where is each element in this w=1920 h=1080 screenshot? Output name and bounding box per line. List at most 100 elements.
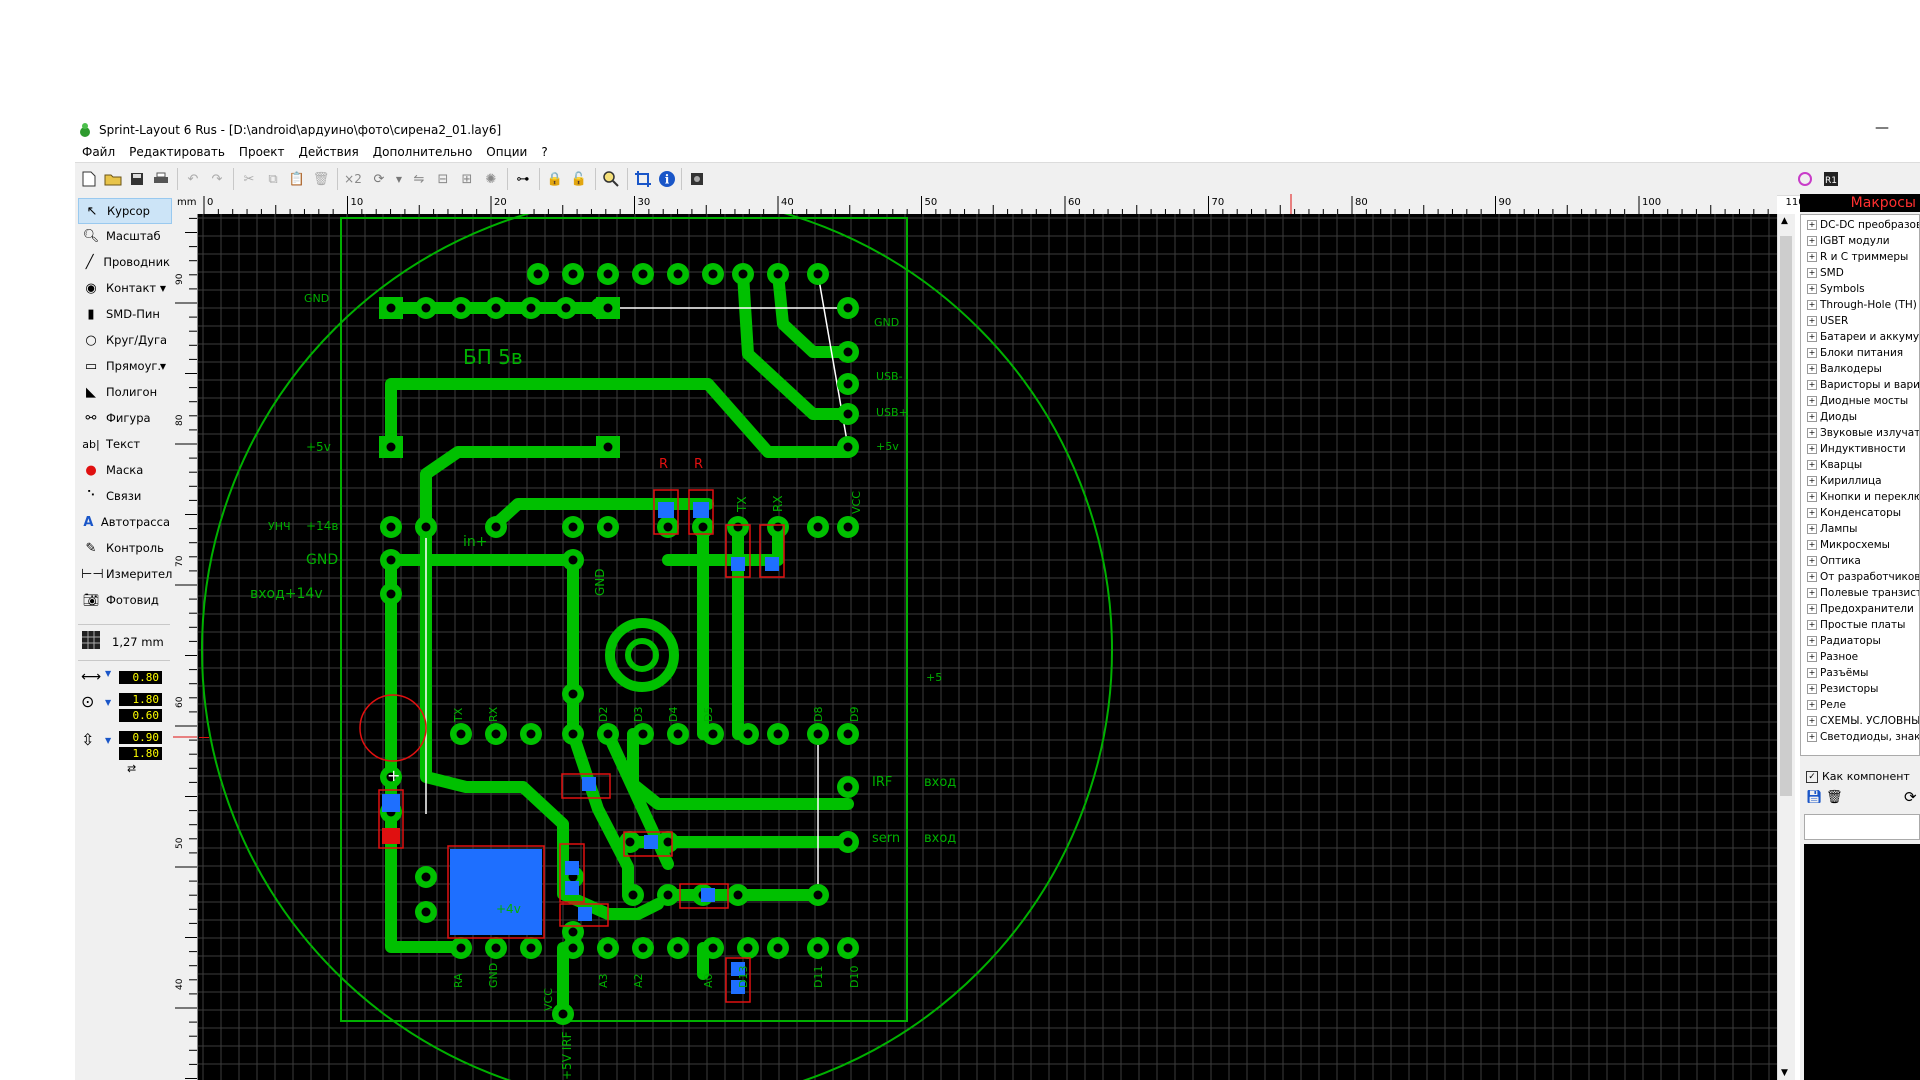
tool-circle[interactable]: ○ Круг/Дуга <box>78 328 170 352</box>
menu-file[interactable]: Файл <box>75 142 122 162</box>
track-width-field[interactable]: 0.80 <box>119 671 162 684</box>
tool-connections[interactable]: ⠑ Связи <box>78 484 170 508</box>
expand-icon[interactable]: + <box>1807 588 1817 598</box>
macro-tree-item[interactable]: + Реле <box>1807 697 1846 713</box>
menu-actions[interactable]: Действия <box>292 142 366 162</box>
expand-icon[interactable]: + <box>1807 572 1817 582</box>
tool-shape[interactable]: ⚯ Фигура <box>78 406 170 430</box>
pcb-board[interactable]: GND БП 5в +5v УНЧ +14в GND in+ вход+14v … <box>198 214 1777 1080</box>
cut-icon[interactable]: ✂ <box>239 169 259 189</box>
rotate-icon[interactable]: ⟳ <box>369 169 389 189</box>
expand-icon[interactable]: + <box>1807 476 1817 486</box>
r1-icon[interactable]: R1 <box>1821 169 1841 189</box>
expand-icon[interactable]: + <box>1807 636 1817 646</box>
expand-icon[interactable]: + <box>1807 540 1817 550</box>
macro-tree-item[interactable]: + USER <box>1807 313 1848 329</box>
macro-tree-item[interactable]: + Валкодеры <box>1807 361 1882 377</box>
layers-icon[interactable]: ⊶ <box>513 169 533 189</box>
expand-icon[interactable]: + <box>1807 604 1817 614</box>
tool-zoom[interactable]: 🔍︎ Масштаб <box>78 224 170 248</box>
tool-smd-pad[interactable]: ▮ SMD-Пин <box>78 302 170 326</box>
macro-tree-item[interactable]: + Диоды <box>1807 409 1857 425</box>
macro-tree-item[interactable]: + Микросхемы <box>1807 537 1890 553</box>
lock-icon[interactable]: 🔒 <box>545 169 565 189</box>
delete-macro-icon[interactable]: 🗑 <box>1826 790 1843 805</box>
expand-icon[interactable]: + <box>1807 732 1817 742</box>
macro-tree-item[interactable]: + Предохранители <box>1807 601 1914 617</box>
macro-tree-item[interactable]: + От разработчиков <box>1807 569 1919 585</box>
macro-tree-item[interactable]: + IGBT модули <box>1807 233 1890 249</box>
undo-icon[interactable]: ↶ <box>183 169 203 189</box>
pcb-canvas[interactable]: GND БП 5в +5v УНЧ +14в GND in+ вход+14v … <box>198 214 1777 1080</box>
as-component-checkbox[interactable]: ✓ Как компонент <box>1806 770 1910 783</box>
scroll-thumb[interactable] <box>1780 236 1792 796</box>
macro-tree-item[interactable]: + Звуковые излучат <box>1807 425 1919 441</box>
smd-height-field[interactable]: 1.80 <box>119 747 162 760</box>
macro-tree-item[interactable]: + SMD <box>1807 265 1844 281</box>
expand-icon[interactable]: + <box>1807 396 1817 406</box>
redo-icon[interactable]: ↷ <box>207 169 227 189</box>
track-width-dropdown-icon[interactable]: ▼ <box>105 669 111 678</box>
crop-icon[interactable] <box>633 169 653 189</box>
macro-tree-item[interactable]: + СХЕМЫ. УСЛОВНЫ <box>1807 713 1919 729</box>
delete-icon[interactable]: 🗑 <box>311 169 331 189</box>
expand-icon[interactable]: + <box>1807 412 1817 422</box>
expand-icon[interactable]: + <box>1807 252 1817 262</box>
expand-icon[interactable]: + <box>1807 300 1817 310</box>
rectangle-dropdown-icon[interactable]: ▼ <box>160 362 166 371</box>
expand-icon[interactable]: + <box>1807 380 1817 390</box>
info-icon[interactable]: i <box>657 169 677 189</box>
expand-icon[interactable]: + <box>1807 492 1817 502</box>
pad-outer-field[interactable]: 1.80 <box>119 693 162 706</box>
expand-icon[interactable]: + <box>1807 332 1817 342</box>
copy-icon[interactable]: ⧉ <box>263 169 283 189</box>
expand-icon[interactable]: + <box>1807 364 1817 374</box>
macro-tree-item[interactable]: + Кнопки и переключ <box>1807 489 1919 505</box>
tool-photoview[interactable]: 📷︎ Фотовид <box>78 588 170 612</box>
macro-tree-item[interactable]: + Варисторы и варис <box>1807 377 1919 393</box>
tool-track[interactable]: ╱ Проводник <box>78 250 170 274</box>
pad-size-dropdown-icon[interactable]: ▼ <box>105 698 111 707</box>
grid-selector[interactable]: 1,27 mm <box>78 630 170 654</box>
expand-icon[interactable]: + <box>1807 444 1817 454</box>
scroll-up-icon[interactable]: ▲ <box>1781 216 1788 226</box>
macro-tree-item[interactable]: + Конденсаторы <box>1807 505 1901 521</box>
macro-tree-item[interactable]: + Индуктивности <box>1807 441 1906 457</box>
tool-pad[interactable]: ◉ Контакт ▼ <box>78 276 170 300</box>
menu-project[interactable]: Проект <box>232 142 292 162</box>
macro-tree-item[interactable]: + Лампы <box>1807 521 1857 537</box>
macro-tree-item[interactable]: + Простые платы <box>1807 617 1905 633</box>
scroll-down-icon[interactable]: ▼ <box>1781 1068 1788 1078</box>
tool-text[interactable]: ab| Текст <box>78 432 170 456</box>
expand-icon[interactable]: + <box>1807 316 1817 326</box>
expand-icon[interactable]: + <box>1807 508 1817 518</box>
tool-cursor[interactable]: ↖ Курсор <box>78 198 172 224</box>
smd-width-field[interactable]: 0.90 <box>119 731 162 744</box>
menu-edit[interactable]: Редактировать <box>122 142 232 162</box>
align-icon[interactable]: ⊟ <box>433 169 453 189</box>
settings-sun-icon[interactable]: ✺ <box>481 169 501 189</box>
mirror-icon[interactable]: ⇋ <box>409 169 429 189</box>
macro-tree-item[interactable]: + Разное <box>1807 649 1858 665</box>
expand-icon[interactable]: + <box>1807 684 1817 694</box>
duplicate-x2-button[interactable]: ×2 <box>343 169 363 189</box>
tool-polygon[interactable]: ◣ Полигон <box>78 380 170 404</box>
search-zoom-icon[interactable] <box>601 169 621 189</box>
expand-icon[interactable]: + <box>1807 556 1817 566</box>
expand-icon[interactable]: + <box>1807 620 1817 630</box>
menu-help[interactable]: ? <box>534 142 554 162</box>
menu-options[interactable]: Опции <box>479 142 534 162</box>
expand-icon[interactable]: + <box>1807 428 1817 438</box>
expand-icon[interactable]: + <box>1807 460 1817 470</box>
canvas-scrollbar[interactable]: ▲ ▼ <box>1777 214 1795 1080</box>
expand-icon[interactable]: + <box>1807 284 1817 294</box>
macro-tree-item[interactable]: + Светодиоды, знак <box>1807 729 1919 745</box>
expand-icon[interactable]: + <box>1807 236 1817 246</box>
save-icon[interactable] <box>127 169 147 189</box>
tool-mask[interactable]: ● Маска <box>78 458 170 482</box>
menu-extra[interactable]: Дополнительно <box>366 142 480 162</box>
expand-icon[interactable]: + <box>1807 652 1817 662</box>
tool-drc[interactable]: ✎ Контроль <box>78 536 170 560</box>
tool-rectangle[interactable]: ▭ Прямоуг. ▼ <box>78 354 170 378</box>
paste-icon[interactable]: 📋 <box>287 169 307 189</box>
